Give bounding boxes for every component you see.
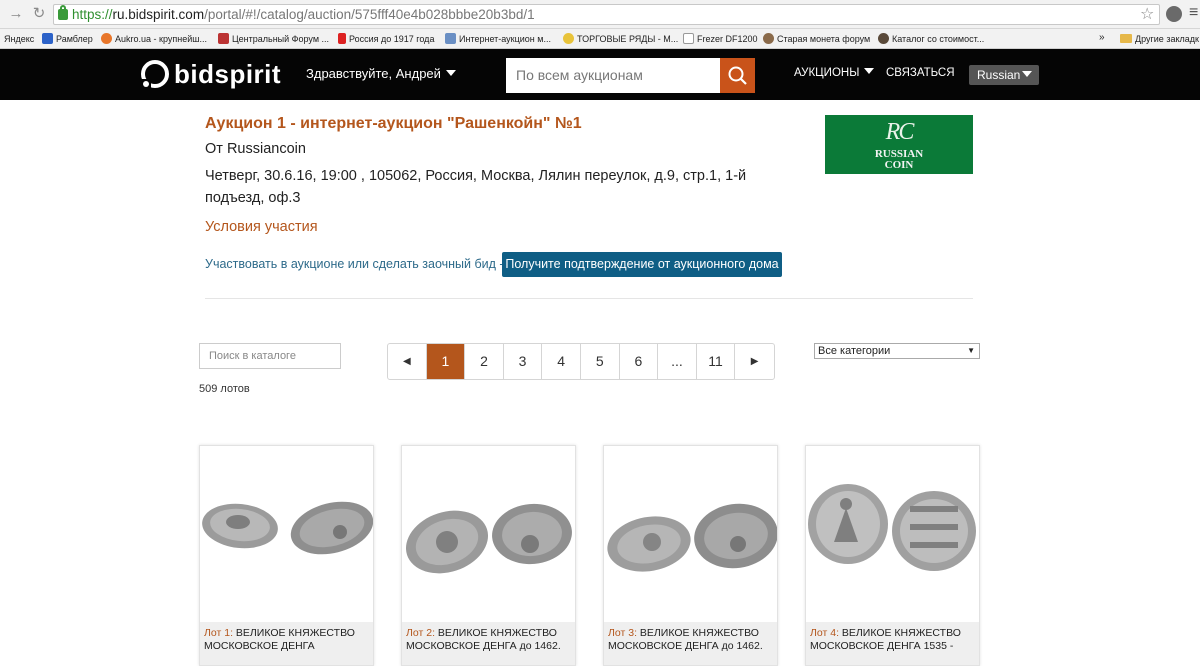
page-button-6[interactable]: 6 [620, 344, 659, 379]
auction-date-location: Четверг, 30.6.16, 19:00 , 105062, Россия… [205, 168, 747, 206]
forum-icon [218, 33, 229, 44]
rambler-icon [42, 33, 53, 44]
russia-site-icon [338, 33, 346, 44]
lot-card[interactable]: Лот 1: ВЕЛИКОЕ КНЯЖЕСТВО МОСКОВСКОЕ ДЕНГ… [199, 445, 374, 666]
page-button-4[interactable]: 4 [542, 344, 581, 379]
user-greeting-menu[interactable]: Здравствуйте, Андрей [306, 66, 456, 81]
prev-page-button[interactable]: ◀ [388, 344, 427, 379]
next-page-button[interactable]: ▶ [735, 344, 774, 379]
caret-down-icon [1022, 71, 1033, 77]
browser-toolbar: → ↻ https://ru.bidspirit.com/portal/#!/c… [0, 0, 1200, 29]
caret-down-icon [864, 68, 875, 74]
page-button-2[interactable]: 2 [465, 344, 504, 379]
reload-icon[interactable]: ↻ [29, 4, 49, 24]
caret-down-icon [445, 70, 456, 76]
participation-conditions-link[interactable]: Условия участия [205, 219, 318, 235]
search-icon [728, 66, 747, 85]
site-header: bidspirit Здравствуйте, Андрей По всем а… [0, 49, 1200, 100]
lot-image[interactable] [806, 446, 979, 622]
auction-house-name: От Russiancoin [205, 141, 306, 157]
auction-house-logo[interactable]: RC RUSSIAN COIN [825, 115, 973, 174]
lot-caption[interactable]: Лот 1: ВЕЛИКОЕ КНЯЖЕСТВО МОСКОВСКОЕ ДЕНГ… [200, 622, 373, 665]
bookmark-item[interactable]: Рамблер [42, 33, 93, 45]
coin-image [405, 503, 572, 574]
auction-search-input[interactable]: По всем аукционам [506, 58, 720, 93]
aukro-icon [101, 33, 112, 44]
lot-card[interactable]: Лот 3: ВЕЛИКОЕ КНЯЖЕСТВО МОСКОВСКОЕ ДЕНГ… [603, 445, 778, 666]
search-button[interactable] [720, 58, 755, 93]
auction-site-icon [445, 33, 456, 44]
page-ellipsis: ... [658, 344, 697, 379]
page-button-1[interactable]: 1 [426, 344, 466, 379]
lot-caption[interactable]: Лот 3: ВЕЛИКОЕ КНЯЖЕСТВО МОСКОВСКОЕ ДЕНГ… [604, 622, 777, 665]
other-bookmarks[interactable]: Другие закладк [1120, 33, 1199, 45]
browser-menu-icon[interactable]: ≡ [1189, 4, 1198, 22]
dropdown-arrow-icon: ▼ [967, 346, 975, 355]
bookmark-item[interactable]: Россия до 1917 года [338, 33, 434, 45]
lot-image[interactable] [402, 446, 575, 622]
auction-title[interactable]: Аукцион 1 - интернет-аукцион "Рашенкойн"… [205, 115, 582, 133]
divider [205, 298, 973, 299]
get-confirmation-button[interactable]: Получите подтверждение от аукционного до… [502, 252, 782, 277]
category-select[interactable]: Все категории ▼ [814, 343, 980, 359]
bookmark-item[interactable]: Центральный Форум ... [218, 33, 329, 45]
page-button-3[interactable]: 3 [504, 344, 543, 379]
bookmarks-bar: Яндекс Рамблер Aukro.ua - крупнейш... Це… [0, 29, 1200, 49]
bookmark-item[interactable]: Старая монета форум [763, 33, 870, 45]
forward-icon[interactable]: → [6, 4, 26, 24]
coin-image [808, 484, 976, 571]
pagination: ◀ 1 2 3 4 5 6 ... 11 ▶ [387, 343, 775, 380]
catalog-search-input[interactable]: Поиск в каталоге [199, 343, 341, 369]
lot-card[interactable]: Лот 2: ВЕЛИКОЕ КНЯЖЕСТВО МОСКОВСКОЕ ДЕНГ… [401, 445, 576, 666]
extension-icon[interactable] [1166, 6, 1182, 22]
language-select[interactable]: Russian [969, 65, 1039, 85]
address-bar[interactable]: https://ru.bidspirit.com/portal/#!/catal… [53, 4, 1160, 25]
lot-card[interactable]: Лот 4: ВЕЛИКОЕ КНЯЖЕСТВО МОСКОВСКОЕ ДЕНГ… [805, 445, 980, 666]
coin-icon [763, 33, 774, 44]
bookmark-item[interactable]: ТОРГОВЫЕ РЯДЫ - М... [563, 33, 678, 45]
bookmarks-more[interactable]: » [1099, 32, 1105, 43]
auction-house-monogram: RC [885, 119, 915, 145]
lot-image[interactable] [604, 446, 777, 622]
auction-house-logo-text: RUSSIAN COIN [874, 148, 924, 171]
bookmark-item[interactable]: Интернет-аукцион м... [445, 33, 551, 45]
participate-text: Участвовать в аукционе или сделать заочн… [205, 257, 504, 271]
lock-icon [58, 5, 68, 20]
smiley-icon [563, 33, 574, 44]
coin-image [202, 501, 373, 555]
bookmark-item[interactable]: Каталог со стоимост... [878, 33, 984, 45]
lot-caption[interactable]: Лот 2: ВЕЛИКОЕ КНЯЖЕСТВО МОСКОВСКОЕ ДЕНГ… [402, 622, 575, 665]
bookmark-item[interactable]: Frezer DF1200 [683, 33, 758, 45]
page-button-5[interactable]: 5 [581, 344, 620, 379]
nav-contact[interactable]: СВЯЗАТЬСЯ [886, 67, 955, 79]
catalog-icon [878, 33, 889, 44]
bookmark-item[interactable]: Aukro.ua - крупнейш... [101, 33, 207, 45]
page-icon [683, 33, 694, 44]
nav-auctions[interactable]: АУКЦИОНЫ [794, 67, 875, 79]
lots-count: 509 лотов [199, 383, 250, 395]
coin-image [607, 503, 777, 572]
bidspirit-logo-icon [141, 60, 169, 88]
lot-image[interactable] [200, 446, 373, 622]
page-button-11[interactable]: 11 [697, 344, 736, 379]
bookmark-item[interactable]: Яндекс [4, 33, 34, 45]
lot-caption[interactable]: Лот 4: ВЕЛИКОЕ КНЯЖЕСТВО МОСКОВСКОЕ ДЕНГ… [806, 622, 979, 665]
folder-icon [1120, 34, 1132, 43]
bookmark-star-icon[interactable]: ☆ [1140, 4, 1154, 24]
